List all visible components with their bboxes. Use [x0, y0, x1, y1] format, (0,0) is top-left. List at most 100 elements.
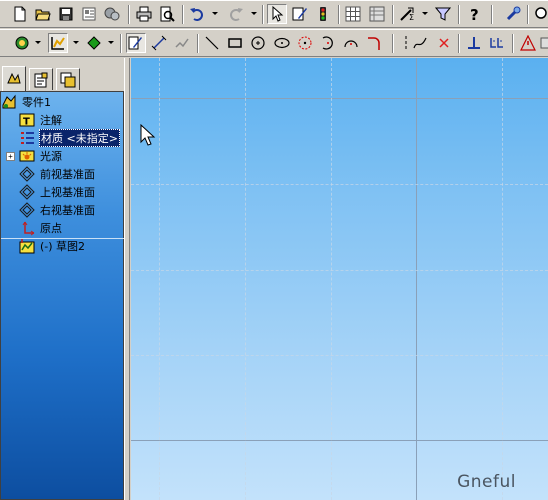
warning-icon[interactable] [518, 33, 538, 53]
toolbar-separator [527, 5, 529, 24]
toolbar-separator [512, 34, 514, 53]
grid-line-minor [245, 58, 246, 500]
rebuild-icon[interactable] [367, 4, 387, 24]
tree-item-label: 原点 [40, 222, 62, 235]
tree-root-part[interactable]: 零件1 [1, 93, 52, 111]
grid-icon[interactable] [343, 4, 363, 24]
relations-icon[interactable] [172, 33, 192, 53]
property-manager-tab[interactable] [29, 68, 53, 90]
watermark: Gneful [457, 472, 516, 492]
traffic-light-icon[interactable] [313, 4, 333, 24]
print-icon[interactable] [134, 4, 154, 24]
sketch-icon[interactable] [126, 33, 146, 53]
tree-item-label: 材质 <未指定> [39, 129, 120, 147]
sketch-pen-icon[interactable] [290, 4, 310, 24]
select-arrow-icon[interactable] [267, 4, 287, 24]
smart-dimension-icon[interactable] [149, 33, 169, 53]
toolbar-separator [128, 5, 130, 24]
preview-icon[interactable] [157, 4, 177, 24]
tree-item-origin[interactable]: 原点 [19, 219, 63, 237]
tree-item-top-plane[interactable]: 上视基准面 [19, 183, 96, 201]
tangent-arc-icon[interactable] [341, 33, 361, 53]
part-icon [1, 94, 17, 110]
print-preview-icon[interactable] [79, 4, 99, 24]
sketch-feature-icon [19, 238, 35, 254]
point-x-icon[interactable] [434, 33, 454, 53]
ellipse-icon[interactable] [272, 33, 292, 53]
grid-line-major [416, 58, 417, 500]
add-relation-icon[interactable] [464, 33, 484, 53]
display-style-icon[interactable] [48, 33, 68, 53]
grid-line-minor [331, 58, 332, 500]
tree-item-annotations[interactable]: T 注解 [19, 111, 63, 129]
undo-icon[interactable] [187, 4, 207, 24]
rectangle-icon[interactable] [225, 33, 245, 53]
svg-text:T: T [23, 117, 30, 128]
grid-line-minor [131, 184, 548, 185]
tree-item-sketch2[interactable]: (-) 草图2 [19, 237, 86, 255]
spline-icon[interactable] [410, 33, 430, 53]
probe-icon[interactable] [503, 4, 523, 24]
annotations-icon: T [19, 112, 35, 128]
sketch-toolbar [0, 29, 548, 57]
material-icon [19, 130, 35, 146]
point-circle-icon[interactable] [295, 33, 315, 53]
grid-line-major [131, 98, 548, 99]
equation-icon[interactable] [487, 33, 507, 53]
view-orient-dropdown-icon[interactable] [35, 41, 41, 44]
toolbar-separator [458, 34, 460, 53]
line-icon[interactable] [202, 33, 222, 53]
tree-item-label: 光源 [40, 150, 62, 163]
toolbar-separator [392, 34, 394, 53]
save-icon[interactable] [56, 4, 76, 24]
open-folder-icon[interactable] [33, 4, 53, 24]
circle-icon[interactable] [248, 33, 268, 53]
tree-item-label: 注解 [40, 114, 62, 127]
fillet-icon[interactable] [364, 33, 384, 53]
measure-dropdown-icon[interactable] [422, 12, 428, 15]
toolbar-overflow-icon[interactable] [537, 33, 548, 53]
panel-splitter[interactable] [124, 58, 130, 500]
toolbar-separator [197, 34, 199, 53]
options-icon[interactable] [102, 4, 122, 24]
arc-icon[interactable] [318, 33, 338, 53]
toolbar-separator [182, 5, 184, 24]
expand-lights-button[interactable]: + [6, 152, 15, 161]
graphics-viewport[interactable]: Gneful [131, 58, 548, 500]
appearance-dropdown-icon[interactable] [108, 41, 114, 44]
grid-line-minor [131, 355, 548, 356]
toolbar-separator [338, 5, 340, 24]
tree-item-material[interactable]: 材质 <未指定> [19, 129, 120, 147]
tree-item-front-plane[interactable]: 前视基准面 [19, 165, 96, 183]
tree-root-label: 零件1 [22, 96, 51, 109]
tree-item-label: (-) 草图2 [40, 240, 86, 253]
display-style-dropdown-icon[interactable] [73, 41, 79, 44]
new-document-icon[interactable] [10, 4, 30, 24]
mouse-cursor-icon [140, 124, 156, 146]
tree-item-label: 上视基准面 [40, 186, 95, 199]
redo-icon[interactable] [226, 4, 246, 24]
toolbar-separator [458, 5, 460, 24]
property-sheet-icon [34, 72, 48, 87]
appearance-icon[interactable] [84, 33, 104, 53]
plane-icon [19, 202, 35, 218]
lights-icon [19, 148, 35, 164]
filter-icon[interactable] [433, 4, 453, 24]
tree-item-right-plane[interactable]: 右视基准面 [19, 201, 96, 219]
feature-manager-tab[interactable] [2, 66, 26, 91]
measure-icon[interactable]: Σ [397, 4, 417, 24]
redo-dropdown-icon[interactable] [251, 12, 257, 15]
zoom-icon[interactable] [532, 4, 548, 24]
grid-line-minor [159, 58, 160, 500]
grid-line-minor [131, 270, 548, 271]
configuration-manager-tab[interactable] [56, 68, 80, 90]
origin-icon [19, 220, 35, 236]
standard-toolbar: Σ ? [0, 0, 548, 28]
toolbar-separator [392, 5, 394, 24]
svg-text:?: ? [470, 6, 479, 22]
help-icon[interactable]: ? [464, 4, 484, 24]
undo-dropdown-icon[interactable] [212, 12, 218, 15]
tree-item-label: 前视基准面 [40, 168, 95, 181]
view-orient-icon[interactable] [12, 33, 32, 53]
tree-item-lights[interactable]: 光源 [19, 147, 63, 165]
